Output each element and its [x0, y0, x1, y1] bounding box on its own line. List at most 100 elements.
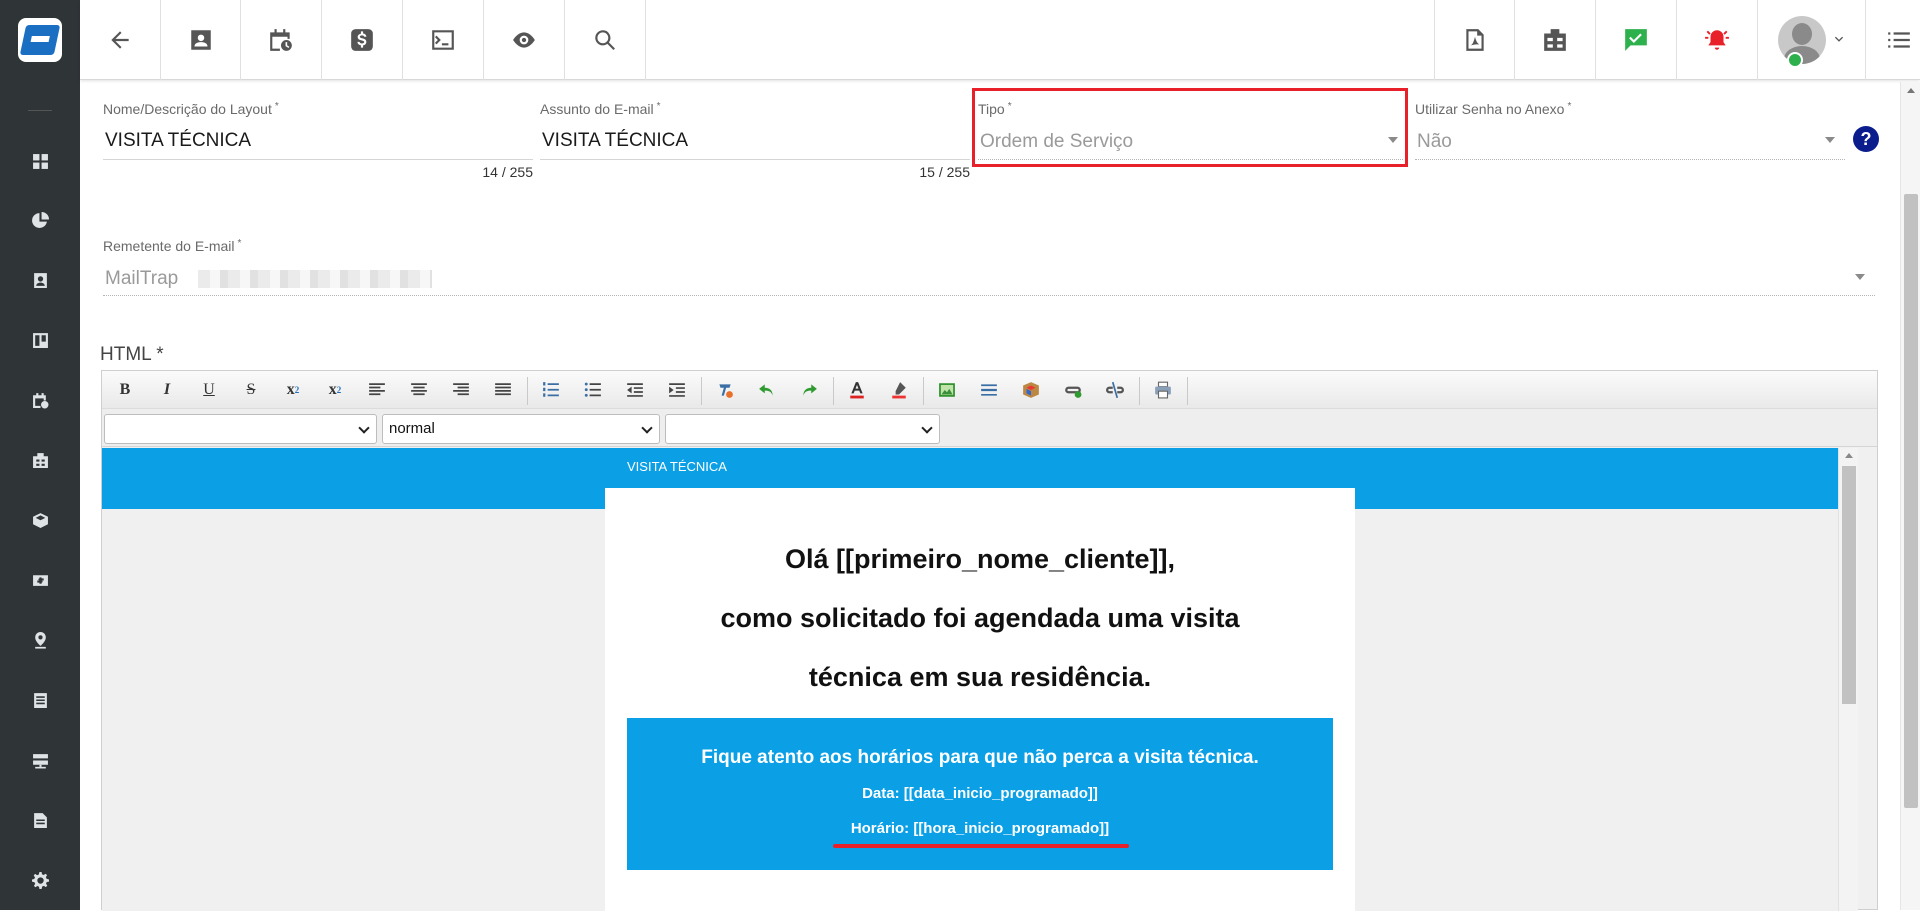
attachment-password-label: Utilizar Senha no Anexo * [1415, 101, 1572, 117]
building-icon[interactable] [1515, 0, 1596, 80]
insert-table-icon[interactable] [1018, 378, 1044, 402]
time-line-red-underline [833, 844, 1129, 848]
menu-list-icon[interactable] [1878, 0, 1920, 80]
top-toolbar [80, 0, 1920, 80]
dashboard-grid-icon[interactable] [28, 149, 52, 173]
left-sidebar [0, 0, 80, 910]
email-subject-input[interactable]: VISITA TÉCNICA [542, 130, 688, 152]
calendar-clock-icon[interactable] [28, 388, 52, 412]
box-icon[interactable] [28, 508, 52, 532]
attachment-password-caret-icon[interactable] [1825, 137, 1835, 143]
page-scroll-up-arrow-icon[interactable] [1907, 88, 1915, 93]
dollar-icon[interactable] [322, 0, 403, 80]
editor-toolbar: B I U S x2 x2 [102, 371, 1877, 409]
ordered-list-icon[interactable] [538, 378, 564, 402]
terminal-icon[interactable] [403, 0, 484, 80]
pdf-icon[interactable] [1434, 0, 1515, 80]
kanban-board-icon[interactable] [28, 328, 52, 352]
email-body-card: Olá [[primeiro_nome_cliente]], como soli… [605, 488, 1355, 911]
unlink-icon[interactable] [1102, 378, 1128, 402]
align-justify-icon[interactable] [490, 378, 516, 402]
insert-link-icon[interactable] [1060, 378, 1086, 402]
toolbar-separator [701, 377, 702, 405]
outdent-icon[interactable] [622, 378, 648, 402]
font-family-select[interactable] [104, 414, 377, 444]
email-header-title: VISITA TÉCNICA [627, 459, 727, 474]
paragraph-format-select[interactable]: normal [382, 414, 660, 444]
attachment-password-select[interactable]: Não [1417, 131, 1452, 153]
email-subject-label: Assunto do E-mail * [540, 101, 661, 117]
email-subject-counter: 15 / 255 [919, 164, 970, 180]
page-scrollbar[interactable] [1900, 82, 1920, 910]
location-pin-icon[interactable] [28, 628, 52, 652]
online-status-dot [1787, 52, 1803, 68]
sender-select[interactable]: MailTrap [105, 268, 178, 290]
print-icon[interactable] [1150, 378, 1176, 402]
superscript-button[interactable]: x2 [322, 378, 348, 402]
scroll-up-arrow-icon[interactable] [1845, 453, 1853, 458]
italic-button[interactable]: I [154, 378, 180, 402]
email-greeting: Olá [[primeiro_nome_cliente]], como soli… [605, 530, 1355, 707]
sender-underline [103, 295, 1875, 296]
toolbar-separator [923, 377, 924, 405]
layout-name-label: Nome/Descrição do Layout * [103, 101, 279, 117]
align-right-icon[interactable] [448, 378, 474, 402]
back-arrow-icon[interactable] [80, 0, 161, 80]
schedule-date-line: Data: [[data_inicio_programado]] [862, 785, 1098, 802]
help-question-icon[interactable]: ? [1853, 126, 1879, 152]
editor-content-area[interactable]: VISITA TÉCNICA Olá [[primeiro_nome_clien… [102, 448, 1858, 911]
user-menu[interactable] [1758, 0, 1866, 80]
chevron-down-icon [1834, 36, 1843, 42]
email-subject-underline [540, 159, 970, 160]
bold-button[interactable]: B [112, 378, 138, 402]
editor-scrollbar-thumb[interactable] [1842, 466, 1856, 704]
sender-caret-icon[interactable] [1855, 274, 1865, 280]
list-icon[interactable] [28, 688, 52, 712]
chat-check-icon[interactable] [1596, 0, 1677, 80]
document-icon[interactable] [28, 808, 52, 832]
toolbar-separator [1187, 377, 1188, 405]
toolbar-separator [527, 377, 528, 405]
contact-icon[interactable] [160, 0, 241, 80]
undo-icon[interactable] [754, 378, 780, 402]
subscript-button[interactable]: x2 [280, 378, 306, 402]
settings-gear-icon[interactable] [28, 868, 52, 892]
alarm-bell-icon[interactable] [1677, 0, 1758, 80]
calendar-clock-icon[interactable] [241, 0, 322, 80]
toolbar-separator [833, 377, 834, 405]
pie-chart-icon[interactable] [28, 208, 52, 232]
app-logo-icon[interactable] [18, 18, 62, 62]
text-color-icon[interactable] [844, 378, 870, 402]
editor-format-bar: normal [102, 409, 1877, 447]
eye-icon[interactable] [484, 0, 565, 80]
insert-image-icon[interactable] [934, 378, 960, 402]
search-icon[interactable] [565, 0, 646, 80]
server-icon[interactable] [28, 748, 52, 772]
align-center-icon[interactable] [406, 378, 432, 402]
align-left-icon[interactable] [364, 378, 390, 402]
strikethrough-button[interactable]: S [238, 378, 264, 402]
sender-email-redacted [198, 270, 432, 288]
html-editor: B I U S x2 x2 normal VISITA TÉCNICA Olá … [101, 370, 1878, 911]
underline-button[interactable]: U [196, 378, 222, 402]
unordered-list-icon[interactable] [580, 378, 606, 402]
greeting-line: técnica em sua residência. [808, 662, 1152, 692]
page-scrollbar-thumb[interactable] [1904, 194, 1918, 808]
layout-name-input[interactable]: VISITA TÉCNICA [105, 130, 251, 152]
editor-scrollbar[interactable] [1838, 448, 1858, 911]
sidebar-divider [28, 110, 52, 111]
indent-icon[interactable] [664, 378, 690, 402]
contact-card-icon[interactable] [28, 268, 52, 292]
highlight-color-icon[interactable] [886, 378, 912, 402]
greeting-line: Olá [[primeiro_nome_cliente]], [784, 544, 1176, 574]
sender-label: Remetente do E-mail * [103, 238, 242, 254]
font-size-select[interactable] [665, 414, 940, 444]
money-icon[interactable] [28, 568, 52, 592]
building-icon[interactable] [28, 448, 52, 472]
toolbar-separator [1139, 377, 1140, 405]
remove-format-icon[interactable] [712, 378, 738, 402]
schedule-time-line: Horário: [[hora_inicio_programado]] [850, 820, 1110, 837]
layout-name-underline [103, 159, 533, 160]
horizontal-rule-icon[interactable] [976, 378, 1002, 402]
redo-icon[interactable] [796, 378, 822, 402]
